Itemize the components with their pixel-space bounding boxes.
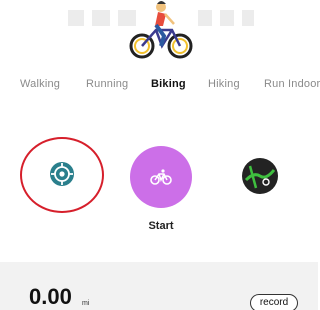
- bicycle-icon: [150, 169, 172, 185]
- banner-blur: [242, 10, 254, 26]
- banner-blur: [68, 10, 84, 26]
- location-button[interactable]: [44, 156, 80, 192]
- tab-running[interactable]: Running: [86, 78, 128, 90]
- tab-walking[interactable]: Walking: [20, 78, 60, 90]
- distance-value: 0.00: [29, 284, 72, 309]
- tab-run-indoor[interactable]: Run Indoor: [264, 78, 320, 90]
- activity-tabs: Walking Running Biking Hiking Run Indoor: [0, 78, 320, 100]
- header-illustration: [0, 0, 318, 64]
- tab-hiking[interactable]: Hiking: [208, 78, 240, 90]
- location-target-icon: [50, 162, 74, 186]
- tab-biking[interactable]: Biking: [151, 78, 186, 90]
- banner-blur: [92, 10, 110, 26]
- banner-blur: [198, 10, 212, 26]
- start-label: Start: [148, 220, 174, 232]
- record-button[interactable]: record: [250, 294, 298, 310]
- exercise-screen: Walking Running Biking Hiking Run Indoor…: [0, 0, 320, 310]
- map-icon: [244, 165, 276, 189]
- banner-blur: [220, 10, 234, 26]
- map-button[interactable]: [242, 158, 278, 194]
- start-button[interactable]: [130, 146, 192, 208]
- cyclist-illustration: [129, 1, 193, 59]
- distance-unit: mi: [82, 300, 90, 307]
